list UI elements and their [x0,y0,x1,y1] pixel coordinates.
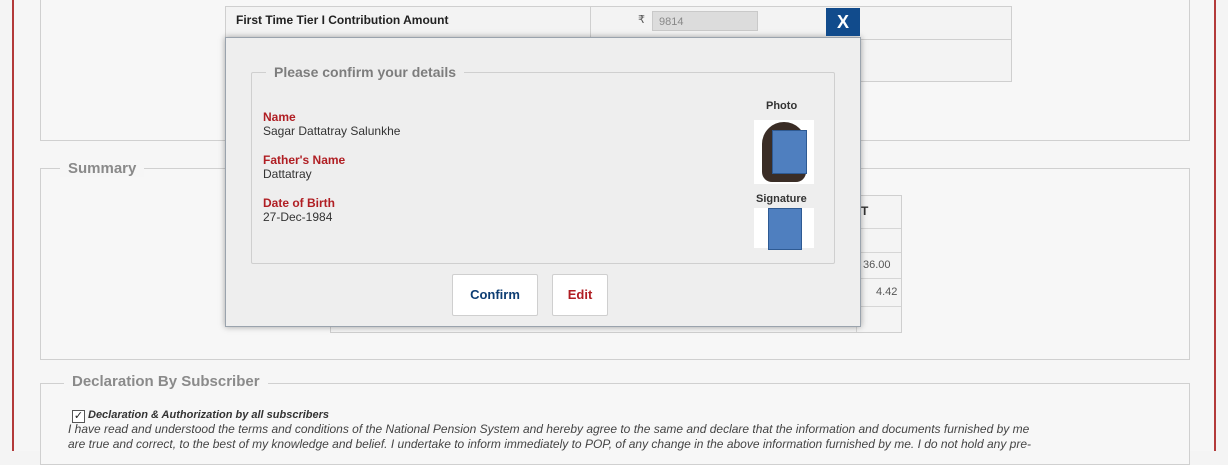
rupee-icon: ₹ [638,14,645,26]
name-value: Sagar Dattatray Salunkhe [263,124,401,138]
name-label: Name [263,110,296,124]
dob-value: 27-Dec-1984 [263,210,333,224]
contribution-row: First Time Tier I Contribution Amount ₹ … [226,7,1011,40]
redaction-block [772,130,807,174]
signature-label: Signature [756,193,807,205]
confirm-details-modal: Please confirm your details Name Sagar D… [225,37,861,327]
confirm-details-fieldset [251,72,835,264]
fathers-name-label: Father's Name [263,153,346,167]
photo-image [754,120,814,184]
dob-label: Date of Birth [263,196,335,210]
redaction-block [768,208,802,250]
signature-image [754,208,814,250]
photo-label: Photo [766,100,798,112]
declaration-text: are true and correct, to the best of my … [68,437,1031,451]
confirm-button[interactable]: Confirm [452,274,538,316]
declaration-text: I have read and understood the terms and… [68,422,1030,436]
summary-header-cell: T [861,204,869,218]
close-button[interactable]: X [826,8,860,36]
contribution-amount-field[interactable]: 9814 [652,11,758,31]
declaration-legend: Declaration By Subscriber [64,373,268,390]
summary-value-cell: 36.00 [863,259,891,271]
edit-button[interactable]: Edit [552,274,608,316]
summary-legend: Summary [60,160,145,177]
modal-legend: Please confirm your details [266,64,465,80]
contribution-label: First Time Tier I Contribution Amount [236,13,449,27]
summary-value-cell: 4.42 [876,286,898,298]
declaration-checkbox-label: Declaration & Authorization by all subsc… [88,409,330,421]
fathers-name-value: Dattatray [263,167,312,181]
